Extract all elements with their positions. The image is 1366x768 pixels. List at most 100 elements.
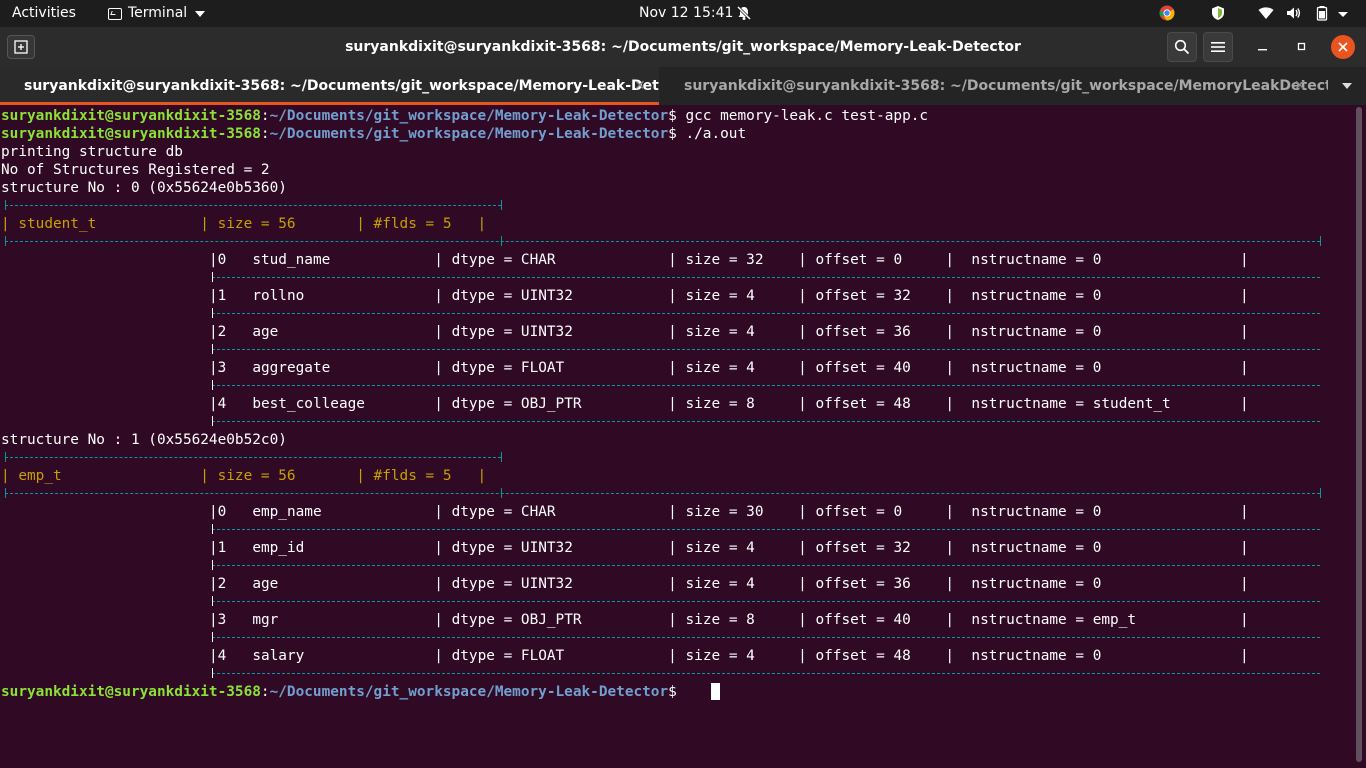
activities-button[interactable]: Activities (12, 0, 76, 27)
tab-memoryleakdetector[interactable]: suryankdixit@suryankdixit-3568: ~/Docume… (660, 67, 1328, 105)
structure-header: | student_t | size = 56 | #flds = 5 | (1, 216, 487, 232)
search-icon (1174, 39, 1190, 55)
table-border (5, 452, 6, 462)
minimize-button[interactable] (1249, 33, 1277, 61)
output-line: printing structure db (1, 144, 183, 160)
battery-icon[interactable] (1314, 5, 1330, 21)
maximize-icon (1297, 42, 1306, 51)
tab-label: suryankdixit@suryankdixit-3568: ~/Docume… (684, 78, 1328, 94)
field-row: |0 stud_name | dtype = CHAR | size = 32 … (209, 252, 1249, 268)
window-title: suryankdixit@suryankdixit-3568: ~/Docume… (345, 39, 1021, 55)
terminal-line: suryankdixit@suryankdixit-3568:~/Documen… (1, 684, 686, 700)
shield-icon[interactable] (1210, 5, 1226, 21)
field-row: |4 best_colleage | dtype = OBJ_PTR | siz… (209, 396, 1249, 412)
tab-bar: suryankdixit@suryankdixit-3568: ~/Docume… (0, 67, 1366, 105)
table-border (5, 200, 6, 210)
table-border (212, 416, 213, 426)
table-border (5, 457, 501, 458)
table-border (1320, 488, 1321, 498)
new-tab-icon (14, 40, 28, 54)
wifi-icon[interactable] (1258, 5, 1274, 21)
field-row: |4 salary | dtype = FLOAT | size = 4 | o… (209, 648, 1249, 664)
tab-memory-leak-detector[interactable]: suryankdixit@suryankdixit-3568: ~/Docume… (0, 67, 659, 105)
search-button[interactable] (1167, 32, 1197, 62)
table-border (212, 565, 1320, 566)
structure-title: structure No : 1 (0x55624e0b52c0) (1, 432, 287, 448)
field-row: |2 age | dtype = UINT32 | size = 4 | off… (209, 324, 1249, 340)
close-tab-icon[interactable]: ✕ (634, 67, 646, 105)
field-row: |2 age | dtype = UINT32 | size = 4 | off… (209, 576, 1249, 592)
table-border (212, 637, 1320, 638)
table-border (501, 488, 502, 498)
terminal-cursor (711, 683, 720, 700)
table-border (212, 277, 1320, 278)
table-border (501, 236, 502, 246)
close-tab-icon[interactable]: ✕ (1294, 67, 1306, 105)
chrome-icon[interactable] (1159, 5, 1175, 21)
table-border (5, 205, 501, 206)
table-border (212, 421, 1320, 422)
table-border (212, 349, 1320, 350)
field-row: |1 emp_id | dtype = UINT32 | size = 4 | … (209, 540, 1249, 556)
clock[interactable]: Nov 12 15:41 (639, 0, 733, 27)
scrollbar[interactable] (1356, 107, 1362, 762)
table-border (212, 529, 1320, 530)
table-border (212, 385, 1320, 386)
field-row: |1 rollno | dtype = UINT32 | size = 4 | … (209, 288, 1249, 304)
tab-label: suryankdixit@suryankdixit-3568: ~/Docume… (24, 78, 659, 94)
field-row: |0 emp_name | dtype = CHAR | size = 30 |… (209, 504, 1249, 520)
structure-header: | emp_t | size = 56 | #flds = 5 | (1, 468, 487, 484)
field-row: |3 aggregate | dtype = FLOAT | size = 4 … (209, 360, 1249, 376)
terminal-icon (108, 7, 122, 20)
field-row: |3 mgr | dtype = OBJ_PTR | size = 8 | of… (209, 612, 1249, 628)
tabs-dropdown-icon[interactable] (1342, 83, 1352, 89)
command-text: $ (668, 684, 686, 700)
hamburger-icon (1211, 42, 1225, 52)
table-border (212, 308, 213, 318)
table-border (5, 236, 6, 246)
table-border (212, 601, 1320, 602)
app-menu[interactable]: Terminal (108, 0, 206, 27)
app-menu-label: Terminal (128, 5, 188, 21)
prompt-user: suryankdixit@suryankdixit-3568 (1, 684, 261, 700)
bell-muted-icon[interactable] (736, 5, 752, 21)
terminal-line: suryankdixit@suryankdixit-3568:~/Documen… (1, 126, 747, 142)
prompt-path: ~/Documents/git_workspace/Memory-Leak-De… (269, 126, 669, 142)
prompt-path: ~/Documents/git_workspace/Memory-Leak-De… (269, 108, 669, 124)
table-border (212, 524, 213, 534)
table-border (212, 632, 213, 642)
table-border (212, 313, 1320, 314)
terminal-line: suryankdixit@suryankdixit-3568:~/Documen… (1, 108, 929, 124)
table-border (212, 380, 213, 390)
hamburger-menu-button[interactable] (1203, 32, 1233, 62)
close-window-button[interactable] (1331, 35, 1355, 59)
new-tab-button[interactable] (7, 35, 35, 59)
table-border (212, 560, 213, 570)
system-menu-icon[interactable] (1337, 8, 1349, 20)
table-border (501, 452, 502, 462)
table-border (212, 344, 213, 354)
output-line: No of Structures Registered = 2 (1, 162, 270, 178)
volume-icon[interactable] (1286, 5, 1302, 21)
table-border (5, 241, 1320, 242)
command-text: $ ./a.out (668, 126, 747, 142)
table-border (212, 272, 213, 282)
window-header: suryankdixit@suryankdixit-3568: ~/Docume… (0, 27, 1366, 67)
prompt-path: ~/Documents/git_workspace/Memory-Leak-De… (269, 684, 669, 700)
table-border (1320, 236, 1321, 246)
table-border (5, 493, 1320, 494)
top-bar: Activities Terminal Nov 12 15:41 (0, 0, 1366, 27)
table-border (5, 488, 6, 498)
caret-down-icon (195, 10, 206, 17)
structure-title: structure No : 0 (0x55624e0b5360) (1, 180, 287, 196)
prompt-user: suryankdixit@suryankdixit-3568 (1, 108, 261, 124)
close-icon (1338, 42, 1348, 52)
active-tab-indicator (0, 102, 659, 105)
command-text: $ gcc memory-leak.c test-app.c (668, 108, 929, 124)
table-border (212, 668, 213, 678)
table-border (212, 673, 1320, 674)
table-border (501, 200, 502, 210)
maximize-button[interactable] (1288, 33, 1316, 61)
table-border (212, 596, 213, 606)
prompt-user: suryankdixit@suryankdixit-3568 (1, 126, 261, 142)
